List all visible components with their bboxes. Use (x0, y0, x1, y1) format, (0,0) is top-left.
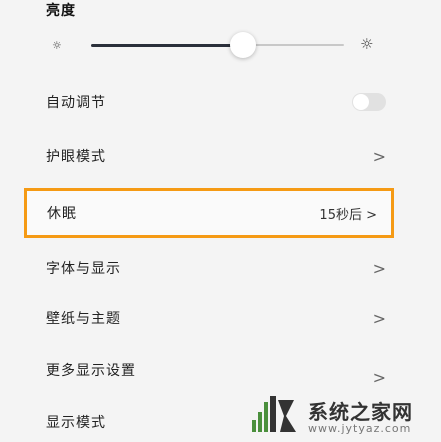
chevron-right-icon: > (372, 367, 386, 387)
auto-adjust-row[interactable]: 自动调节 (46, 88, 386, 116)
auto-adjust-label: 自动调节 (46, 95, 106, 111)
slider-track-empty (242, 44, 344, 46)
brightness-slider[interactable]: ☼ ☼ (38, 30, 388, 60)
eye-comfort-row[interactable]: 护眼模式 > (46, 142, 386, 170)
chevron-right-icon: > (372, 146, 386, 166)
wallpaper-row[interactable]: 壁纸与主题 > (46, 304, 386, 332)
small-sun-icon: ☼ (52, 39, 62, 52)
slider-track-filled (91, 44, 243, 47)
sleep-label: 休眠 (47, 206, 77, 222)
chevron-right-icon: > (372, 258, 386, 278)
display-settings-page: 亮度 ☼ ☼ 自动调节 护眼模式 > 休眠 15秒后 > 字体与显示 > 壁纸与… (0, 0, 441, 442)
eye-comfort-label: 护眼模式 (46, 149, 106, 165)
display-mode-row[interactable]: 显示模式 (46, 408, 246, 436)
extra-display-row[interactable]: 更多显示设置 > (46, 356, 386, 387)
text-style-label: 字体与显示 (46, 261, 121, 277)
wallpaper-label: 壁纸与主题 (46, 311, 121, 327)
site-logo-icon (252, 396, 296, 432)
watermark-url: www.jytyaz.com (308, 422, 412, 435)
watermark-title: 系统之家网 (308, 400, 413, 424)
display-mode-label: 显示模式 (46, 415, 106, 431)
toggle-knob (353, 94, 369, 110)
section-title: 亮度 (46, 3, 76, 19)
sleep-row[interactable]: 休眠 15秒后 > (47, 199, 377, 227)
large-sun-icon: ☼ (360, 35, 374, 53)
sleep-value: 15秒后 > (319, 207, 377, 223)
auto-adjust-toggle[interactable] (352, 93, 386, 111)
chevron-right-icon: > (372, 308, 386, 328)
site-watermark: 系统之家网 www.jytyaz.com (250, 390, 440, 442)
text-style-row[interactable]: 字体与显示 > (46, 254, 386, 282)
highlighted-sleep-setting: 休眠 15秒后 > (24, 188, 394, 238)
extra-display-label: 更多显示设置 (46, 363, 136, 379)
slider-thumb[interactable] (229, 32, 256, 58)
